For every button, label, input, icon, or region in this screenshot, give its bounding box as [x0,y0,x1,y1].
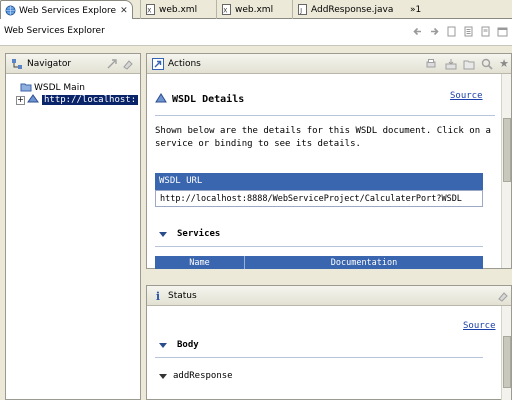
wsdl-details-heading: WSDL Details [155,92,244,107]
status-header: i Status [147,286,511,306]
services-section[interactable]: Services [159,229,220,239]
star-icon[interactable]: ★ [499,57,509,70]
section-title: Body [177,340,199,350]
wsdl-details-icon [155,92,168,107]
wsdl-node-icon [27,93,39,107]
actions-icon [152,57,164,70]
tab-addresponse-java[interactable]: J AddResponse.java [292,0,394,19]
eraser-icon[interactable] [122,58,134,73]
actions-header: Actions ★ [147,54,511,74]
actions-title: Actions [168,58,201,69]
tab-web-xml-1[interactable]: X web.xml [140,0,216,19]
status-item-label: addResponse [173,371,233,381]
navigator-title: Navigator [27,58,72,69]
page-list-icon[interactable] [463,26,474,37]
tab-overflow-button[interactable]: »1 [410,0,430,19]
editor-title-bar: Web Services Explorer [0,19,512,46]
vertical-scrollbar[interactable] [501,306,511,400]
svg-text:X: X [147,8,151,15]
svg-text:J: J [299,8,302,15]
navigator-pane: Navigator WSDL Main + http://localhost: [5,53,141,400]
svg-text:X: X [223,8,227,15]
section-title: Services [177,229,221,239]
status-item-addresponse[interactable]: addResponse [159,371,233,381]
services-table-header: Name Documentation [155,256,483,269]
document-icon[interactable] [480,26,491,37]
collapse-triangle-icon[interactable] [159,231,167,237]
page-title: Web Services Explorer [4,26,105,36]
forward-arrow-icon[interactable] [429,26,440,37]
divider [155,246,483,247]
tree-item-label: WSDL Main [34,83,85,93]
java-file-icon: J [297,4,308,15]
wsdl-description: Shown below are the details for this WSD… [155,126,491,149]
divider [155,357,483,358]
refresh-icon[interactable] [106,58,118,73]
navigator-tree: WSDL Main + http://localhost: [16,82,139,107]
column-header-documentation: Documentation [330,258,398,268]
tab-web-xml-2[interactable]: X web.xml [216,0,292,19]
scrollbar-thumb[interactable] [503,118,511,182]
tab-label: web.xml [235,4,274,15]
actions-pane: Actions ★ WSDL Details Source Shown belo… [146,53,512,269]
printer-icon[interactable] [425,58,437,73]
divider [155,115,495,116]
tab-web-services-explorer[interactable]: Web Services Explore ✕ [0,0,133,20]
expand-triangle-icon[interactable] [159,373,167,379]
page-icon[interactable] [446,26,457,37]
tab-label: AddResponse.java [311,4,394,15]
xml-file-icon: X [145,4,156,15]
editor-tab-bar: Web Services Explore ✕ X web.xml X web.x… [0,0,512,20]
body-section[interactable]: Body [159,340,199,350]
navigator-icon [11,58,23,70]
import-icon[interactable] [445,58,457,73]
xml-file-icon: X [221,4,232,15]
vertical-scrollbar[interactable] [501,74,511,268]
folder-icon[interactable] [463,58,475,73]
info-icon: i [155,289,161,303]
tree-item-localhost[interactable]: + http://localhost: [16,93,139,107]
source-link[interactable]: Source [450,91,483,101]
collapse-triangle-icon[interactable] [159,342,167,348]
editor-toolbar [412,26,508,37]
navigator-header: Navigator [6,54,140,74]
column-header-name: Name [155,256,245,269]
window-icon[interactable] [497,26,508,37]
tree-item-label: http://localhost: [42,95,139,105]
globe-icon [5,5,16,16]
back-arrow-icon[interactable] [412,26,423,37]
tab-label: Web Services Explore [19,5,117,16]
close-icon[interactable]: ✕ [120,6,128,16]
wsdl-url-header: WSDL URL [155,173,483,190]
wsdl-url-value: http://localhost:8888/WebServiceProject/… [155,190,483,207]
status-pane: i Status Source Body addResponse [146,285,512,400]
search-icon[interactable] [481,58,493,73]
tab-label: web.xml [159,4,198,15]
status-title: Status [168,290,197,301]
eraser-icon[interactable] [497,290,509,305]
status-source-link[interactable]: Source [463,321,496,331]
section-heading: WSDL Details [172,94,245,105]
overflow-label: »1 [410,4,422,15]
scrollbar-thumb[interactable] [503,336,511,388]
expand-plus-icon[interactable]: + [16,95,25,105]
